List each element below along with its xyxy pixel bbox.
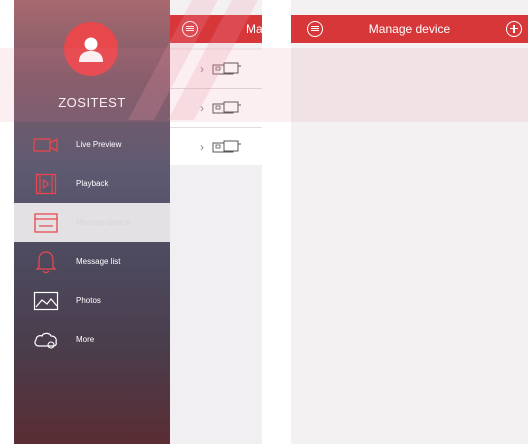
menu-icon[interactable] bbox=[182, 21, 198, 37]
menu-item-label: Message list bbox=[76, 257, 121, 266]
right-header-bar: Manage device bbox=[291, 15, 528, 43]
drawer-menu: Live Preview Playback Manage device Mess… bbox=[14, 125, 170, 359]
list-item[interactable]: › bbox=[170, 50, 262, 89]
list-item[interactable]: › bbox=[170, 89, 262, 128]
chevron-right-icon: › bbox=[200, 140, 204, 154]
chevron-right-icon: › bbox=[200, 101, 204, 115]
image-icon bbox=[32, 289, 60, 313]
device-icon bbox=[32, 211, 60, 235]
menu-item-label: Photos bbox=[76, 296, 101, 305]
left-header-bar: Ma bbox=[170, 15, 262, 43]
username: ZOSITEST bbox=[58, 95, 126, 110]
menu-item-photos[interactable]: Photos bbox=[14, 281, 170, 320]
add-icon[interactable] bbox=[506, 21, 522, 37]
menu-item-live-preview[interactable]: Live Preview bbox=[14, 125, 170, 164]
dvr-icon bbox=[212, 62, 241, 75]
page-title: Ma bbox=[246, 22, 262, 36]
menu-item-label: Manage device bbox=[76, 218, 131, 227]
menu-item-more[interactable]: More bbox=[14, 320, 170, 359]
menu-item-playback[interactable]: Playback bbox=[14, 164, 170, 203]
user-icon bbox=[79, 37, 103, 62]
chevron-right-icon: › bbox=[200, 62, 204, 76]
bell-icon bbox=[32, 250, 60, 274]
menu-item-label: Live Preview bbox=[76, 140, 122, 149]
menu-item-label: More bbox=[76, 335, 95, 344]
list-background bbox=[170, 165, 262, 444]
dvr-icon bbox=[212, 101, 241, 114]
menu-item-manage-device[interactable]: Manage device bbox=[14, 203, 170, 242]
list-item[interactable]: › bbox=[170, 128, 262, 167]
right-phone-screen: Manage device bbox=[291, 0, 528, 444]
cloud-icon bbox=[32, 328, 60, 352]
avatar[interactable] bbox=[64, 22, 118, 76]
device-list: › › › bbox=[170, 50, 262, 167]
dvr-icon bbox=[212, 140, 241, 153]
page-title: Manage device bbox=[368, 22, 451, 36]
navigation-drawer: ZOSITEST Live Preview Playback Manage de… bbox=[14, 0, 170, 444]
camera-icon bbox=[32, 133, 60, 157]
menu-item-label: Playback bbox=[76, 179, 109, 188]
left-phone-screen: ZOSITEST Live Preview Playback Manage de… bbox=[14, 0, 262, 444]
film-icon bbox=[32, 172, 60, 196]
menu-item-message-list[interactable]: Message list bbox=[14, 242, 170, 281]
